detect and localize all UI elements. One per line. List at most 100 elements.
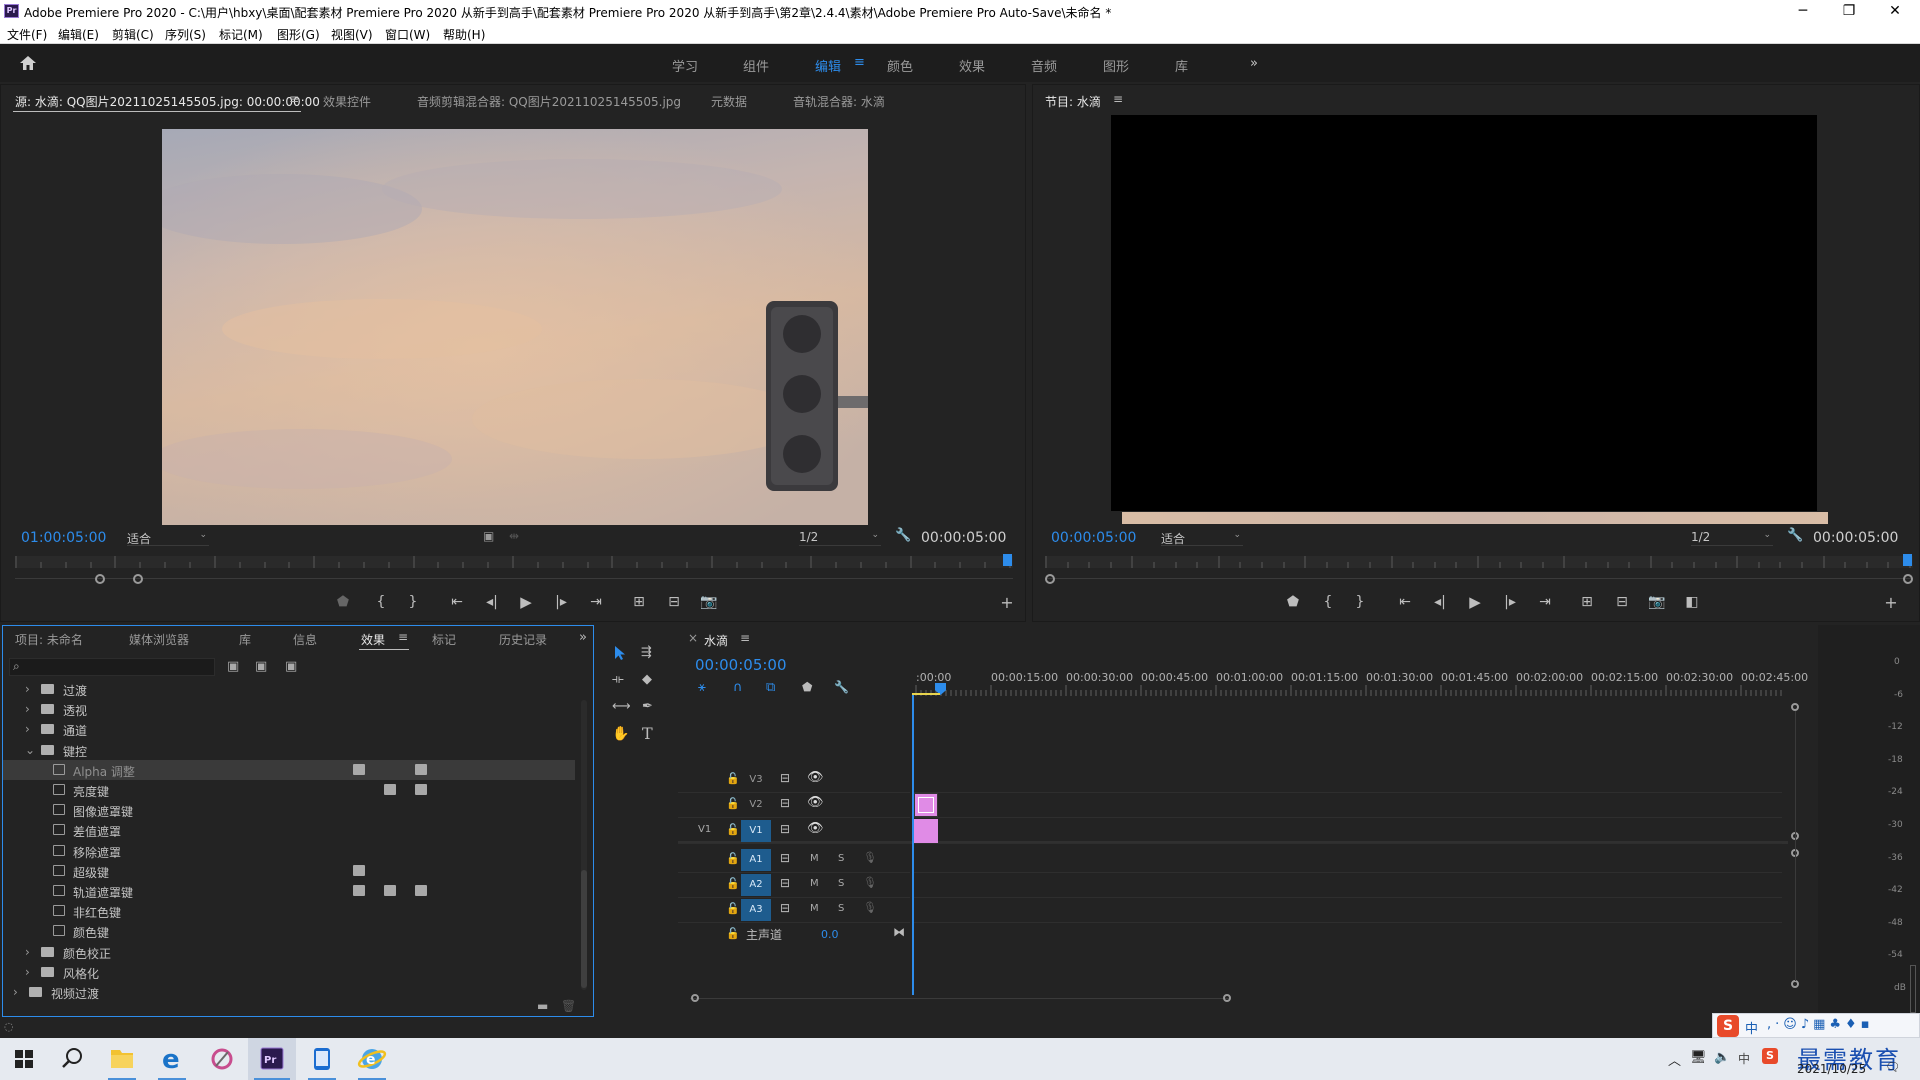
wrench-icon[interactable]: 🔧 <box>895 528 911 543</box>
effect-item[interactable]: 移除遮罩 <box>3 841 575 861</box>
restore-button[interactable]: ❐ <box>1826 0 1872 23</box>
menu-file[interactable]: 文件(F) <box>7 26 47 43</box>
source-zoom-scrollbar[interactable] <box>15 574 1013 584</box>
effects-folder[interactable]: › 透视 <box>3 699 575 719</box>
track-target-toggle[interactable]: V2 <box>741 794 771 816</box>
effect-item[interactable]: 差值遮罩 <box>3 820 575 840</box>
add-marker-icon[interactable]: ⬟ <box>802 680 812 694</box>
panel-menu-icon[interactable]: ≡ <box>1113 92 1123 106</box>
track-target-toggle[interactable]: A3 <box>741 899 771 921</box>
master-track-end-icon[interactable]: ⧓ <box>893 925 905 939</box>
go-to-out-icon[interactable]: ⇥ <box>1535 594 1555 610</box>
zoom-handle-right[interactable] <box>133 574 143 584</box>
effect-item[interactable]: 轨道遮罩键 <box>3 881 575 901</box>
new-bin-icon[interactable]: ▬ <box>537 999 548 1013</box>
add-button-icon[interactable]: + <box>1881 593 1901 612</box>
effect-item[interactable]: 非红色键 <box>3 901 575 921</box>
program-fit-dropdown[interactable]: 适合 ⌄ <box>1161 530 1243 546</box>
hand-tool-icon[interactable]: ✋ <box>612 726 629 742</box>
program-time-ruler[interactable] <box>1045 552 1913 572</box>
menu-sequence[interactable]: 序列(S) <box>165 26 206 43</box>
panel-menu-icon[interactable]: ≡ <box>289 92 299 106</box>
lock-icon[interactable]: 🔓 <box>726 772 740 785</box>
workspace-tab-editing[interactable]: 编辑 <box>815 56 841 75</box>
microphone-icon[interactable]: 🎙 <box>863 876 877 889</box>
track-target-toggle[interactable]: V3 <box>741 769 771 791</box>
workspace-menu-icon[interactable]: ≡ <box>854 55 865 70</box>
tab-effect-controls[interactable]: 效果控件 <box>323 93 371 110</box>
accelerated-effects-icon[interactable]: ▣ <box>227 659 239 674</box>
ie-browser-icon[interactable]: e <box>348 1038 396 1080</box>
zoom-handle-left[interactable] <box>1045 574 1055 584</box>
audio-track-lane[interactable] <box>912 873 1782 898</box>
mark-in-icon[interactable]: { <box>371 594 391 610</box>
source-resolution-dropdown[interactable]: 1/2 ⌄ <box>799 530 881 546</box>
vertical-zoom-handle-top[interactable] <box>1791 703 1799 711</box>
chevron-down-icon[interactable]: ⌄ <box>25 743 35 757</box>
razor-tool-icon[interactable]: ◆ <box>642 672 652 687</box>
program-resolution-dropdown[interactable]: 1/2 ⌄ <box>1691 530 1773 546</box>
menu-markers[interactable]: 标记(M) <box>219 26 263 43</box>
eye-icon[interactable]: 👁 <box>807 795 824 810</box>
windows-start-icon[interactable] <box>0 1038 48 1080</box>
effect-item[interactable]: Alpha 调整 <box>3 760 575 780</box>
insert-icon[interactable]: ⊞ <box>629 594 649 610</box>
tab-audio-clip-mixer[interactable]: 音频剪辑混合器: QQ图片20211025145505.jpg <box>417 93 681 110</box>
chevron-right-icon[interactable]: › <box>25 722 30 736</box>
lock-icon[interactable]: 🔓 <box>726 902 740 915</box>
step-forward-icon[interactable]: |▸ <box>1500 594 1520 610</box>
tab-project[interactable]: 项目: 未命名 <box>15 631 83 648</box>
menu-window[interactable]: 窗口(W) <box>385 26 430 43</box>
ime-mode-indicator[interactable]: 中 <box>1745 1018 1758 1037</box>
solo-toggle[interactable]: S <box>838 853 844 864</box>
video-track-lane[interactable] <box>912 768 1782 793</box>
solo-toggle[interactable]: S <box>838 878 844 889</box>
add-marker-icon[interactable]: ⬟ <box>333 594 353 610</box>
chevron-right-icon[interactable]: › <box>25 682 30 696</box>
eye-icon[interactable]: 👁 <box>807 770 824 785</box>
clip-v1[interactable] <box>914 819 938 843</box>
effects-folder[interactable]: › 通道 <box>3 719 575 739</box>
sogou-ime-icon[interactable]: S <box>1717 1015 1739 1037</box>
lock-icon[interactable]: 🔓 <box>726 877 740 890</box>
mute-toggle[interactable]: M <box>810 853 819 864</box>
delete-icon[interactable]: 🗑 <box>561 999 576 1013</box>
timeline-settings-icon[interactable]: 🔧 <box>834 680 849 694</box>
workspace-tab-learn[interactable]: 学习 <box>672 56 698 75</box>
close-button[interactable]: ✕ <box>1872 0 1918 23</box>
tab-metadata[interactable]: 元数据 <box>711 93 747 110</box>
effects-folder[interactable]: › 过渡 <box>3 679 575 699</box>
minimize-button[interactable]: ─ <box>1780 0 1826 23</box>
drag-video-icon[interactable]: ⇹ <box>509 529 519 543</box>
sync-lock-icon[interactable]: ⊟ <box>780 771 790 785</box>
effects-folder[interactable]: › 颜色校正 <box>3 942 575 962</box>
clock-date[interactable]: 2021/10/25 <box>1797 1062 1866 1076</box>
source-timecode-in[interactable]: 01:00:05:00 <box>21 530 106 546</box>
play-icon[interactable]: ▶ <box>1465 593 1485 611</box>
input-method-icon[interactable]: 中 <box>1738 1050 1750 1067</box>
workspace-tab-assembly[interactable]: 组件 <box>743 56 769 75</box>
more-panels-icon[interactable]: » <box>579 630 587 645</box>
program-zoom-scrollbar[interactable] <box>1045 574 1913 584</box>
play-icon[interactable]: ▶ <box>516 593 536 611</box>
workspace-tab-graphics[interactable]: 图形 <box>1103 56 1129 75</box>
effect-item[interactable]: 亮度键 <box>3 780 575 800</box>
effects-scrollbar[interactable] <box>581 700 587 990</box>
home-icon[interactable] <box>18 54 38 72</box>
workspace-tab-libraries[interactable]: 库 <box>1175 56 1188 75</box>
chevron-right-icon[interactable]: › <box>25 965 30 979</box>
sogou-tray-icon[interactable]: S <box>1762 1048 1778 1064</box>
search-icon[interactable] <box>48 1038 96 1080</box>
video-track-lane[interactable] <box>912 819 1782 844</box>
effects-folder[interactable]: › 风格化 <box>3 962 575 982</box>
sync-lock-icon[interactable]: ⊟ <box>780 822 790 836</box>
effects-search-input[interactable]: ⌕ <box>9 658 215 676</box>
video-track-lane[interactable] <box>912 793 1782 818</box>
yuv-effects-icon[interactable]: ▣ <box>285 659 297 674</box>
ime-toolbar[interactable]: S 中 ,·☺♪▦♣♦▪ <box>1712 1013 1920 1038</box>
playhead-marker[interactable] <box>1903 554 1912 566</box>
lift-icon[interactable]: ⊞ <box>1577 594 1597 610</box>
track-select-tool-icon[interactable]: ⇶ <box>641 645 652 660</box>
menu-view[interactable]: 视图(V) <box>331 26 373 43</box>
tab-audio-track-mixer[interactable]: 音轨混合器: 水滴 <box>793 93 885 110</box>
